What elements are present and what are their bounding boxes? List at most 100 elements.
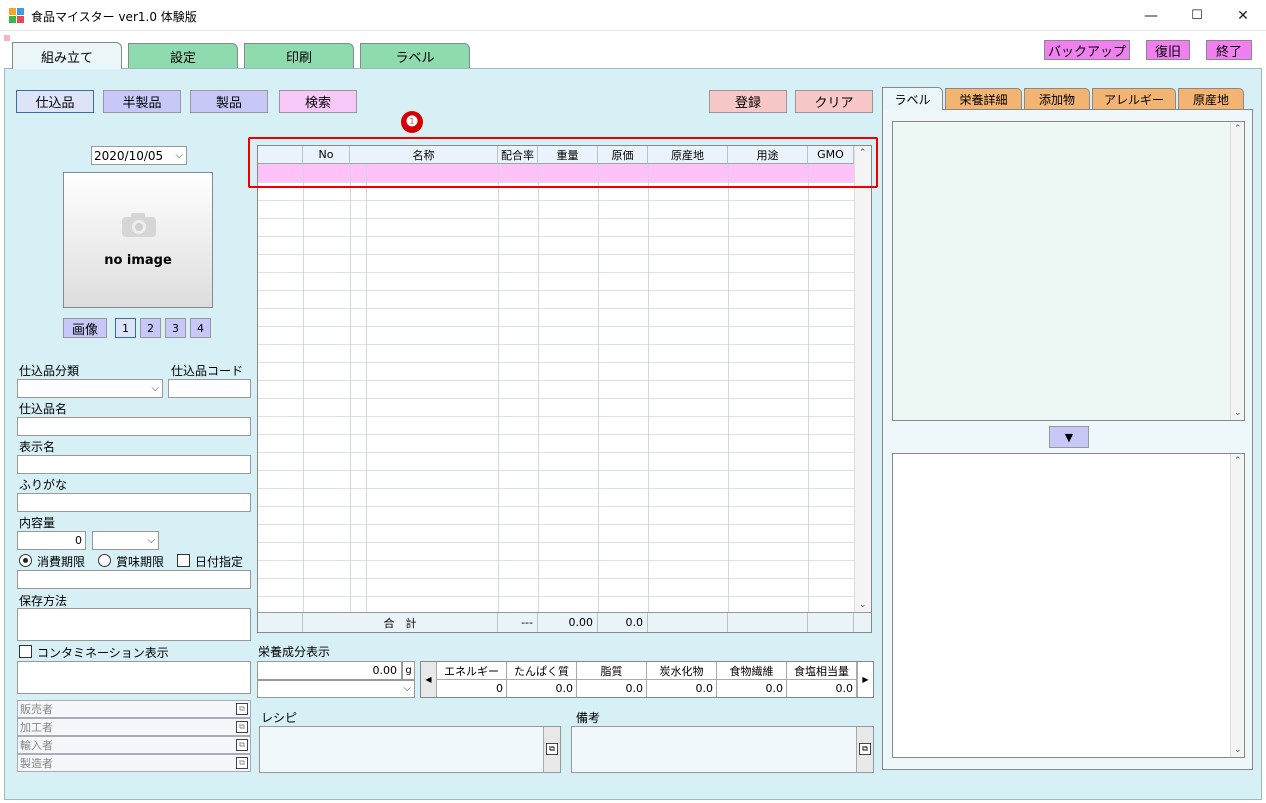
content-input[interactable]: 0 [17,531,86,550]
nutrition-table[interactable]: ◀ ▶ エネルギー たんぱく質 脂質 炭水化物 食物繊維 食塩相当量 0 0.0… [420,661,874,698]
table-row[interactable] [258,452,854,453]
table-row[interactable] [258,254,854,255]
triangle-down-icon: ▼ [1064,430,1074,444]
table-row[interactable] [258,290,854,291]
rtab-additives[interactable]: 添加物 [1024,88,1090,109]
label-text-area[interactable]: ⌃ ⌄ [892,453,1245,758]
copy-icon[interactable]: ⧉ [236,757,248,769]
table-row[interactable] [258,578,854,579]
image-page-4[interactable]: 4 [190,318,211,338]
table-row[interactable] [258,200,854,201]
expiry-best-radio[interactable] [98,554,111,567]
table-row[interactable] [258,434,854,435]
name-input[interactable] [17,417,251,436]
table-row[interactable] [258,236,854,237]
expand-button[interactable]: ▼ [1049,426,1089,448]
minimize-button[interactable]: — [1128,0,1174,31]
scroll-down-icon[interactable]: ⌄ [1234,745,1242,755]
restore-button[interactable]: 復旧 [1146,40,1190,60]
nutrition-select[interactable]: ⌵ [257,680,415,698]
table-row[interactable] [258,416,854,417]
maximize-button[interactable]: ☐ [1174,0,1220,31]
scroll-up-icon[interactable]: ⌃ [1234,456,1242,466]
rtab-label[interactable]: ラベル [882,87,943,110]
date-specify-checkbox[interactable] [177,554,190,567]
tab-print[interactable]: 印刷 [244,43,354,68]
search-button[interactable]: 検索 [279,90,357,113]
grid-scrollbar[interactable]: ⌃ ⌄ [854,146,871,612]
table-row[interactable] [258,560,854,561]
rtab-allergy[interactable]: アレルギー [1092,88,1176,109]
tab-settings[interactable]: 設定 [128,43,238,68]
tab-assembly[interactable]: 組み立て [12,42,122,69]
scroll-right-icon[interactable]: ▶ [857,662,873,697]
rtab-nutrition-detail[interactable]: 栄養詳細 [945,88,1022,109]
copy-icon[interactable]: ⧉ [236,739,248,751]
table-row[interactable] [258,524,854,525]
table-row[interactable] [258,218,854,219]
date-picker[interactable]: 2020/10/05 ⌵ [91,146,187,165]
table-row[interactable] [258,470,854,471]
product-button[interactable]: 製品 [190,90,268,113]
scroll-left-icon[interactable]: ◀ [421,662,437,697]
content-unit-select[interactable]: ⌵ [92,531,159,550]
category-select[interactable]: ⌵ [17,379,163,398]
exit-button[interactable]: 終了 [1206,40,1252,60]
code-input[interactable] [168,379,251,398]
register-button[interactable]: 登録 [709,90,787,113]
table-row[interactable] [258,488,854,489]
scroll-up-icon[interactable]: ⌃ [1234,124,1242,134]
app-icon [9,8,25,24]
label-preview-area[interactable]: ⌃ ⌄ [892,121,1245,421]
copy-icon[interactable]: ⧉ [236,721,248,733]
manufacturer-row[interactable]: 製造者 ⧉ [17,754,251,772]
image-page-3[interactable]: 3 [165,318,186,338]
label-text-scrollbar[interactable]: ⌃ ⌄ [1230,454,1244,757]
ingredient-grid[interactable]: No 名称 配合率 重量 原価 原産地 用途 GMO ⌃ ⌄ 合 計 --- 0… [257,145,872,633]
clear-button[interactable]: クリア [795,90,873,113]
table-row[interactable] [258,380,854,381]
table-row[interactable] [258,596,854,597]
label-preview-scrollbar[interactable]: ⌃ ⌄ [1230,122,1244,420]
scroll-down-icon[interactable]: ⌄ [1234,408,1242,418]
image-page-2[interactable]: 2 [140,318,161,338]
notes-input[interactable]: ⧉ [571,726,874,773]
table-row[interactable] [258,362,854,363]
tab-label[interactable]: ラベル [360,43,470,68]
seller-row[interactable]: 販売者 ⧉ [17,700,251,718]
table-row[interactable] [258,308,854,309]
display-name-input[interactable] [17,455,251,474]
recipe-copy-button[interactable]: ⧉ [543,727,560,772]
table-row[interactable] [258,326,854,327]
table-row[interactable] [258,344,854,345]
chevron-down-icon: ⌵ [147,534,155,546]
image-button[interactable]: 画像 [63,318,107,338]
backup-button[interactable]: バックアップ [1044,40,1130,60]
processor-row[interactable]: 加工者 ⧉ [17,718,251,736]
image-preview[interactable]: no image [63,172,213,308]
date-specify-label: 日付指定 [195,555,244,569]
table-row[interactable] [258,506,854,507]
image-page-1[interactable]: 1 [115,318,136,338]
nutrition-amount-input[interactable]: 0.00 [257,661,402,680]
furigana-input[interactable] [17,493,251,512]
storage-label: 保存方法 [19,594,68,608]
semi-product-button[interactable]: 半製品 [103,90,181,113]
table-row[interactable] [258,398,854,399]
notes-copy-button[interactable]: ⧉ [856,727,873,772]
close-button[interactable]: ✕ [1220,0,1266,31]
ingredient-button[interactable]: 仕込品 [16,90,94,113]
table-row[interactable] [258,542,854,543]
scroll-down-icon[interactable]: ⌄ [859,600,867,610]
importer-row[interactable]: 輸入者 ⧉ [17,736,251,754]
contamination-checkbox[interactable] [19,645,32,658]
expiry-consume-radio[interactable] [19,554,32,567]
storage-input[interactable] [17,608,251,641]
recipe-input[interactable]: ⧉ [259,726,561,773]
rtab-origin[interactable]: 原産地 [1178,88,1244,109]
table-row[interactable] [258,272,854,273]
grid-footer: 合 計 --- 0.00 0.0 [258,612,871,632]
copy-icon[interactable]: ⧉ [236,703,248,715]
contamination-input[interactable] [17,661,251,694]
expiry-input[interactable] [17,570,251,589]
